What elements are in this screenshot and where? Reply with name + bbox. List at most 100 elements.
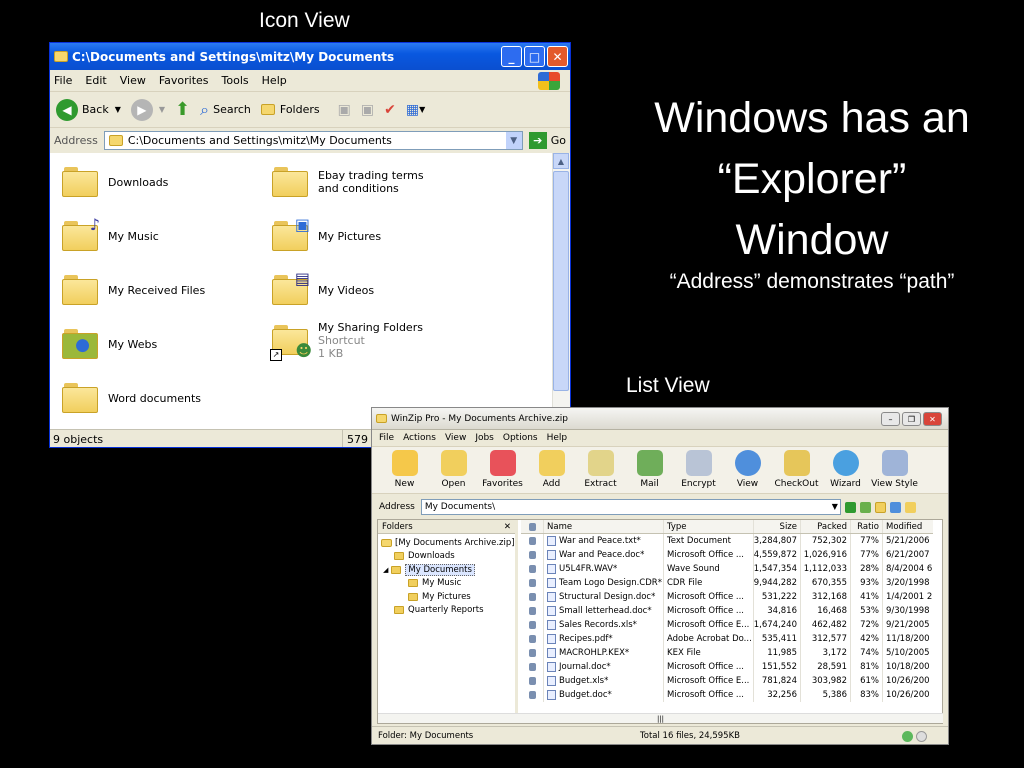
menu-help[interactable]: Help [262,74,287,87]
wizard-button[interactable]: Wizard [821,447,870,493]
scroll-up-icon[interactable]: ▲ [553,153,569,169]
address-field[interactable]: C:\Documents and Settings\mitz\My Docume… [103,131,523,150]
column-header-name[interactable]: Name [543,520,663,533]
expand-icon[interactable]: ◢ [383,566,388,574]
table-row[interactable]: Sales Records.xls* Microsoft Office E... 1… [521,618,933,632]
lock-column-header[interactable] [521,520,543,533]
item-label: My Received Files [108,283,206,297]
views-icon[interactable] [889,501,901,513]
address-field[interactable]: My Documents\ ▼ [420,499,841,515]
back-button[interactable]: ◀ Back ▼ [56,98,121,121]
table-row[interactable]: War and Peace.txt* Text Document 3,284,807… [521,534,933,548]
encrypt-button[interactable]: Encrypt [674,447,723,493]
menu-file[interactable]: File [54,74,72,87]
icon-item-ebay-terms[interactable]: Ebay trading terms and conditions [272,167,442,197]
tree-node-downloads[interactable]: Downloads [378,550,515,564]
minimize-button[interactable]: – [881,412,900,426]
go-arrow-icon[interactable] [844,501,856,513]
maximize-button[interactable]: □ [524,46,545,67]
menu-help[interactable]: Help [547,433,568,443]
tree-node-my-music[interactable]: My Music [378,577,515,591]
table-row[interactable]: Budget.doc* Microsoft Office ... 32,256 5,3… [521,688,933,702]
icon-item-my-pictures[interactable]: ▣ My Pictures [272,215,381,251]
table-row[interactable]: War and Peace.doc* Microsoft Office ... 4,… [521,548,933,562]
undo-button[interactable]: ✔ [384,102,396,118]
menu-options[interactable]: Options [503,433,538,443]
menu-jobs[interactable]: Jobs [475,433,494,443]
address-dropdown-icon[interactable]: ▼ [832,502,838,511]
icon-item-received-files[interactable]: My Received Files [62,275,205,305]
file-size: 531,222 [753,590,800,604]
icon-item-my-music[interactable]: ♪ My Music [62,215,159,251]
open-button[interactable]: Open [429,447,478,493]
table-row[interactable]: Structural Design.doc* Microsoft Office .… [521,590,933,604]
move-to-button[interactable]: ▣ [338,102,351,118]
menu-file[interactable]: File [379,433,394,443]
table-row[interactable]: U5L4FR.WAV* Wave Sound 1,547,354 1,112,033 2… [521,562,933,576]
icon-item-sharing-folders[interactable]: ☻ ↗ My Sharing Folders Shortcut 1 KB [270,321,423,361]
tree-node-quarterly-reports[interactable]: Quarterly Reports [378,604,515,618]
menu-tools[interactable]: Tools [222,74,249,87]
copy-to-button[interactable]: ▣ [361,102,374,118]
close-button[interactable]: ✕ [547,46,568,67]
view-style-button[interactable]: View Style [870,447,919,493]
lock-icon [528,691,536,699]
forward-dropdown-icon[interactable]: ▼ [159,105,165,114]
table-row[interactable]: Journal.doc* Microsoft Office ... 151,552 2… [521,660,933,674]
menu-view[interactable]: View [445,433,466,443]
mail-button[interactable]: Mail [625,447,674,493]
vertical-scrollbar[interactable]: ▲ [552,153,570,429]
close-button[interactable]: ✕ [923,412,942,426]
icon-item-my-webs[interactable]: ● My Webs [62,329,157,359]
menu-view[interactable]: View [120,74,146,87]
go-button[interactable]: ➔ Go [528,132,566,149]
file-ratio: 83% [850,688,882,702]
back-dropdown-icon[interactable]: ▼ [115,105,121,114]
views-button[interactable]: ▦ ▼ [406,102,425,118]
minimize-button[interactable]: _ [501,46,522,67]
table-row[interactable]: Budget.xls* Microsoft Office E... 781,824 3… [521,674,933,688]
close-pane-icon[interactable]: ✕ [504,522,511,532]
column-header-packed[interactable]: Packed [800,520,850,533]
tree-node-my-pictures[interactable]: My Pictures [378,590,515,604]
tree-node-archive[interactable]: [My Documents Archive.zip] [378,536,515,550]
winzip-titlebar[interactable]: WinZip Pro - My Documents Archive.zip – … [372,408,948,430]
icon-item-my-videos[interactable]: ▤ My Videos [272,269,374,305]
menu-edit[interactable]: Edit [85,74,106,87]
extract-button[interactable]: Extract [576,447,625,493]
new-button[interactable]: New [380,447,429,493]
view-button[interactable]: View [723,447,772,493]
table-row[interactable]: Small letterhead.doc* Microsoft Office ..… [521,604,933,618]
table-row[interactable]: Team Logo Design.CDR* CDR File 9,944,282 67… [521,576,933,590]
column-header-ratio[interactable]: Ratio [850,520,882,533]
tree-node-my-documents[interactable]: ◢ My Documents [378,563,515,577]
item-label: Word documents [108,391,202,405]
table-row[interactable]: MACROHLP.KEX* KEX File 11,985 3,172 74% 5/10/… [521,646,933,660]
folders-button[interactable]: Folders [260,103,320,116]
favorite-folder-icon[interactable] [904,501,916,513]
icon-item-word-documents[interactable]: Word documents [62,383,201,413]
scroll-thumb[interactable] [553,171,569,391]
list-horizontal-scrollbar[interactable]: ||| [378,713,943,723]
add-button[interactable]: Add [527,447,576,493]
column-header-modified[interactable]: Modified [882,520,933,533]
menu-favorites[interactable]: Favorites [159,74,209,87]
winzip-toolbar: New Open Favorites Add Extract Mail Encr… [372,446,948,494]
file-icon [547,690,556,700]
favorites-button[interactable]: Favorites [478,447,527,493]
icon-item-downloads[interactable]: Downloads [62,167,168,197]
up-folder-button[interactable]: ⬆ [175,99,190,120]
address-dropdown-icon[interactable]: ▼ [505,132,522,149]
table-row[interactable]: Recipes.pdf* Adobe Acrobat Do... 535,411 31… [521,632,933,646]
column-header-type[interactable]: Type [663,520,753,533]
checkout-button[interactable]: CheckOut [772,447,821,493]
explorer-titlebar[interactable]: C:\Documents and Settings\mitz\My Docume… [50,43,570,70]
lock-icon [528,593,536,601]
forward-button[interactable]: ▶ ▼ [130,98,165,121]
up-folder-icon[interactable] [859,501,871,513]
column-header-size[interactable]: Size [753,520,800,533]
menu-actions[interactable]: Actions [403,433,436,443]
search-button[interactable]: ⌕ Search [200,100,251,120]
restore-button[interactable]: ❐ [902,412,921,426]
folders-toggle-icon[interactable] [874,501,886,513]
